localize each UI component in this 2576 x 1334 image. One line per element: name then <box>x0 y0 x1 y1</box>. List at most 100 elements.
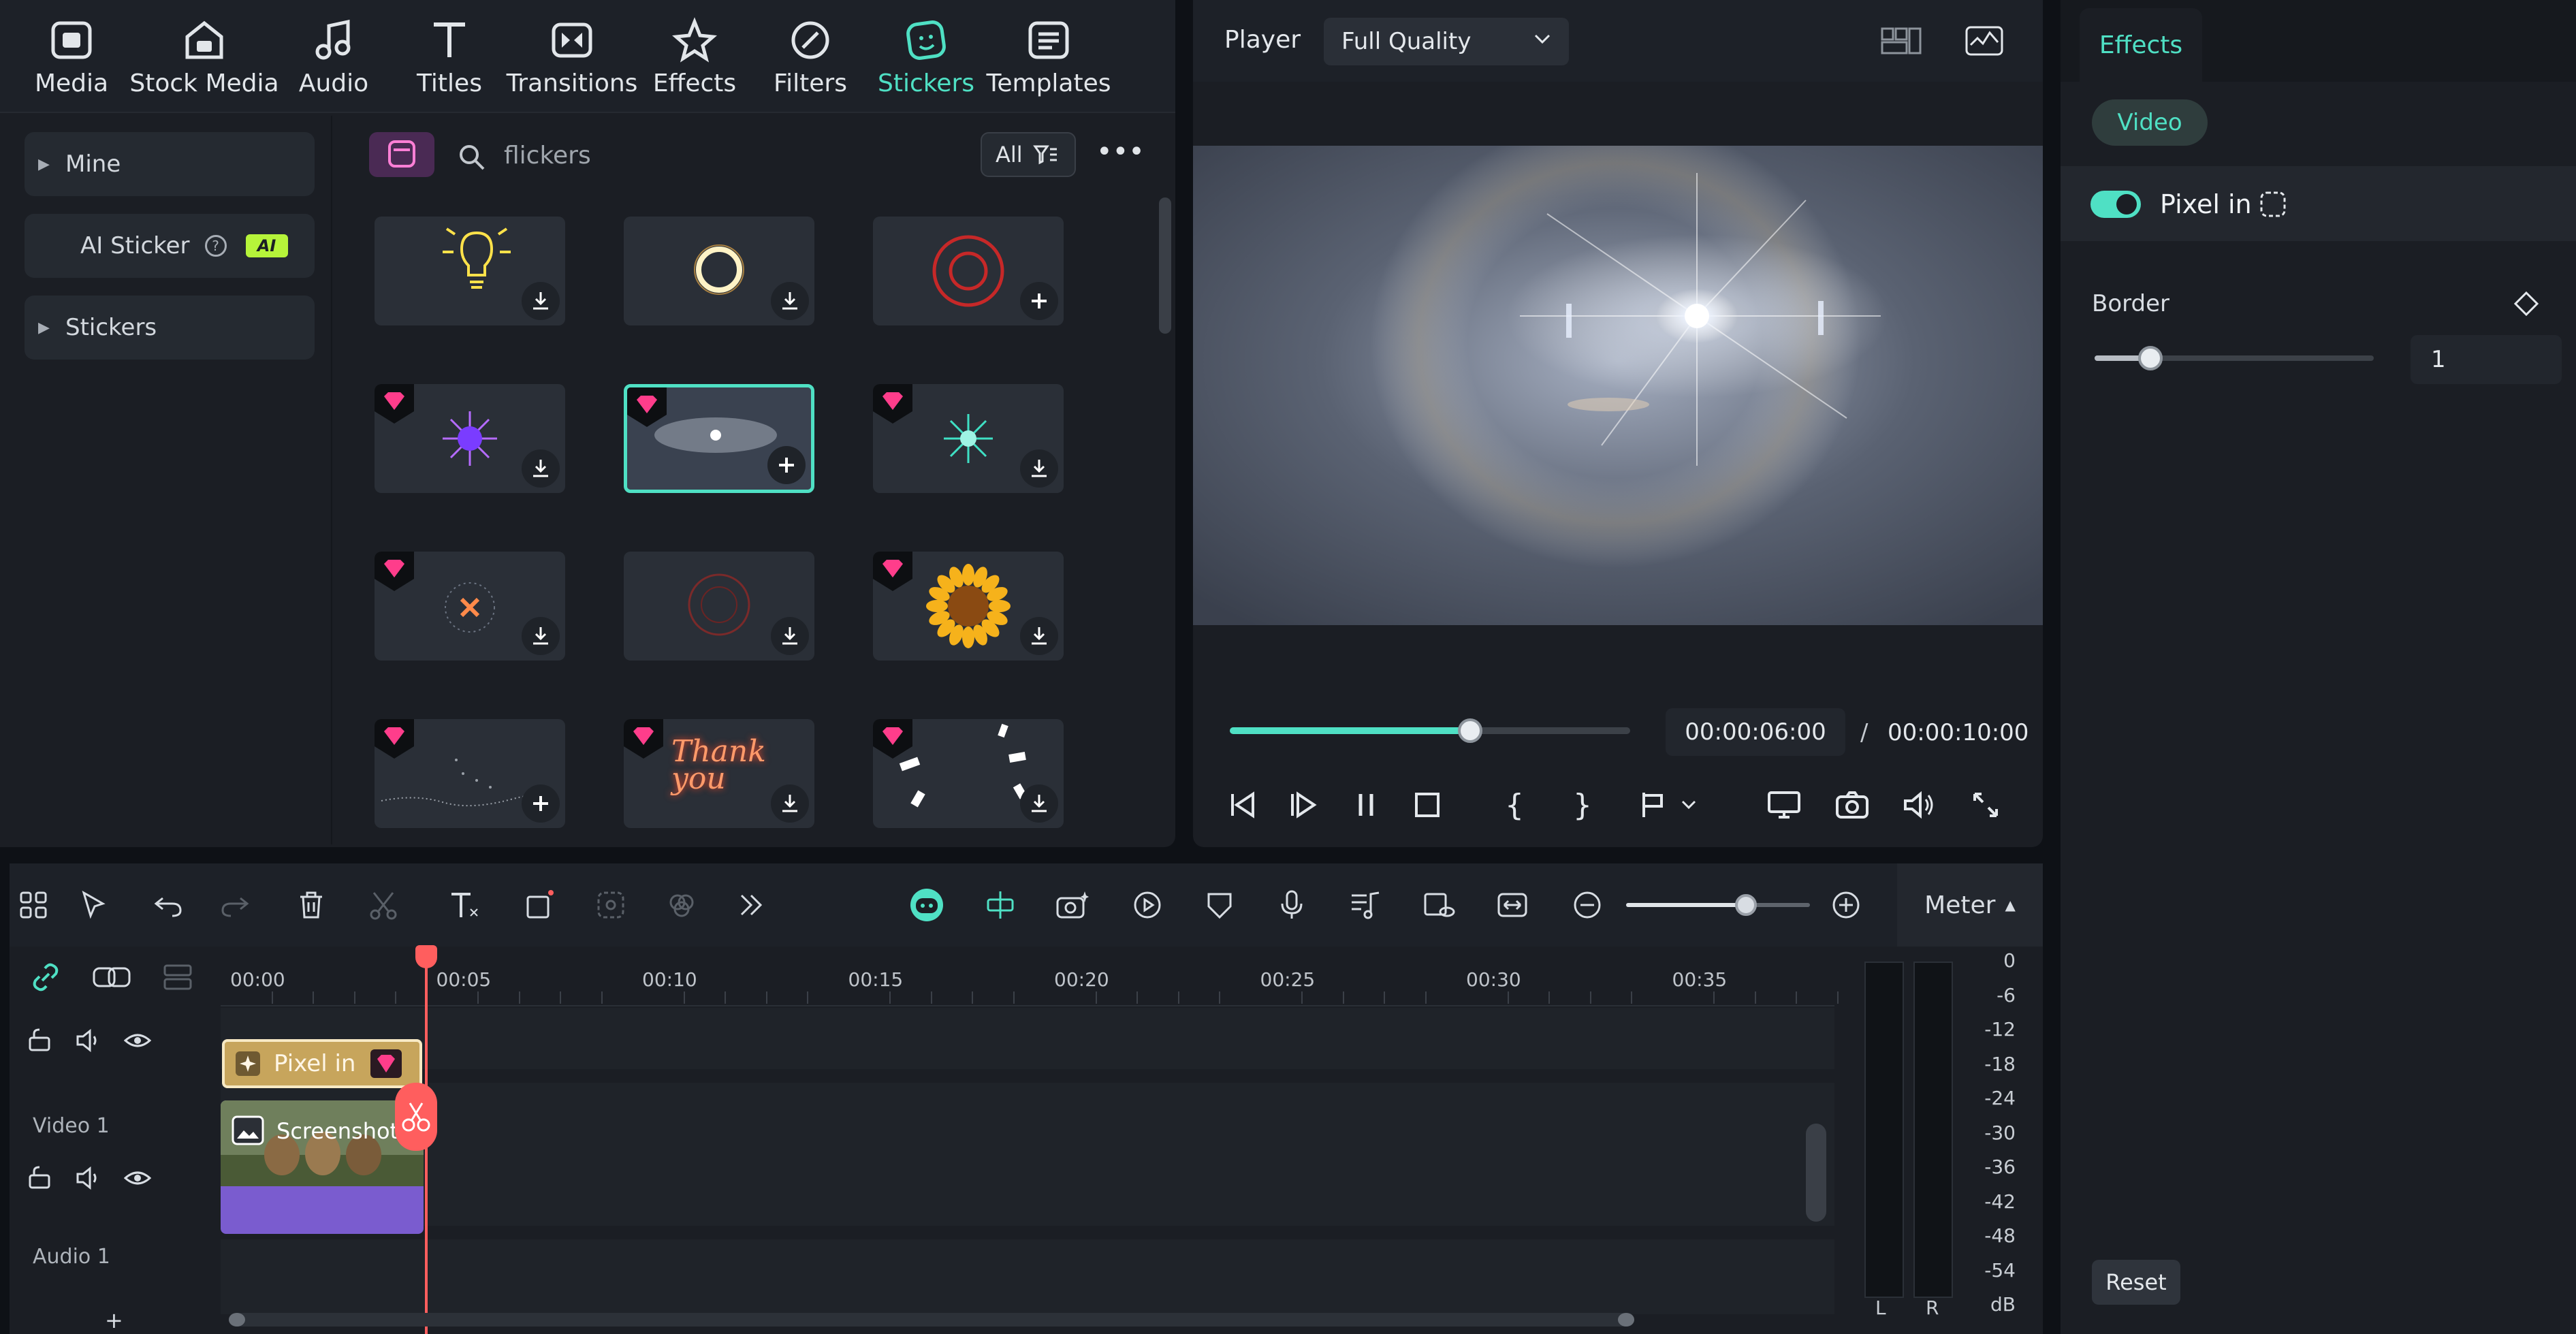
grid-view-icon[interactable] <box>1879 25 1923 57</box>
filter-button[interactable]: All <box>981 132 1076 177</box>
scroll-left-handle[interactable] <box>229 1313 245 1327</box>
volume-button[interactable] <box>1897 783 1941 827</box>
playback-progress-slider[interactable] <box>1230 718 1630 743</box>
meter-toggle-button[interactable]: Meter ▲ <box>1897 863 2043 947</box>
pause-button[interactable] <box>1344 783 1388 827</box>
sticker-grid-scrollbar[interactable] <box>1159 197 1171 334</box>
sticker-item-glow-ring[interactable] <box>624 217 814 325</box>
timeline-vertical-scrollbar[interactable] <box>1806 1124 1826 1222</box>
effect-track[interactable] <box>221 1008 1834 1069</box>
sticker-item-red-circle[interactable] <box>873 217 1064 325</box>
sticker-add-button[interactable] <box>767 446 806 484</box>
timeline-horizontal-scrollbar[interactable] <box>229 1313 1634 1327</box>
tab-stock-media[interactable]: Stock Media <box>129 0 279 113</box>
marker-button[interactable] <box>1632 783 1675 827</box>
audio-beat-button[interactable] <box>1344 884 1386 926</box>
border-slider-knob[interactable] <box>2138 346 2163 370</box>
mark-in-button[interactable]: { <box>1493 783 1536 827</box>
lock-open-icon[interactable] <box>27 1028 52 1053</box>
audio-track[interactable] <box>221 1239 1834 1314</box>
sticker-item-purple-burst[interactable] <box>375 384 565 493</box>
text-tool-button[interactable] <box>443 884 485 926</box>
tab-templates[interactable]: Templates <box>986 0 1111 113</box>
sticker-item-dotted-wave[interactable] <box>375 719 565 828</box>
video-track[interactable] <box>221 1083 1834 1226</box>
eye-icon[interactable] <box>124 1028 151 1053</box>
tab-media[interactable]: Media <box>20 0 123 113</box>
fullscreen-button[interactable] <box>1964 783 2007 827</box>
sticker-download-button[interactable] <box>771 282 809 320</box>
sticker-item-thank-you-neon[interactable]: Thank you <box>624 719 814 828</box>
sticker-item-light-bulb[interactable] <box>375 217 565 325</box>
video-preview[interactable] <box>1193 146 2043 625</box>
fit-timeline-button[interactable] <box>1491 884 1533 926</box>
sticker-download-button[interactable] <box>771 784 809 823</box>
quality-select[interactable]: Full Quality <box>1324 18 1569 65</box>
more-tools-button[interactable] <box>730 884 772 926</box>
sticker-store-button[interactable] <box>369 132 434 177</box>
border-slider[interactable] <box>2095 346 2374 370</box>
sticker-item-orange-spark[interactable] <box>375 552 565 661</box>
speed-button[interactable] <box>1126 884 1168 926</box>
border-value-input[interactable] <box>2411 335 2562 384</box>
zoom-slider-knob[interactable] <box>1734 894 1757 916</box>
sticker-download-button[interactable] <box>522 617 560 655</box>
play-button[interactable] <box>1280 783 1324 827</box>
sticker-item-sunflower[interactable] <box>873 552 1064 661</box>
marker-dropdown[interactable] <box>1676 783 1701 827</box>
split-button[interactable] <box>362 884 404 926</box>
zoom-in-button[interactable] <box>1825 884 1867 926</box>
tab-audio[interactable]: Audio <box>286 0 381 113</box>
sticker-search-input[interactable] <box>456 129 797 181</box>
undo-button[interactable] <box>147 884 189 926</box>
sticker-item-lens-flare[interactable] <box>624 384 814 493</box>
voiceover-button[interactable] <box>1271 884 1313 926</box>
timeline-ruler[interactable]: 00:00 00:05 00:10 00:15 00:20 00:25 00:30 00:35 <box>221 947 1839 1006</box>
display-button[interactable] <box>1762 783 1806 827</box>
lock-open-icon[interactable] <box>27 1166 52 1190</box>
sticker-add-button[interactable] <box>522 784 560 823</box>
timeline-zoom-slider[interactable] <box>1626 894 1810 916</box>
more-options-button[interactable]: ••• <box>1096 136 1145 174</box>
speaker-icon[interactable] <box>75 1028 102 1053</box>
speaker-icon[interactable] <box>75 1166 102 1190</box>
previous-frame-button[interactable] <box>1220 783 1264 827</box>
sticker-download-button[interactable] <box>1020 449 1058 488</box>
sticker-download-button[interactable] <box>1020 617 1058 655</box>
sticker-item-white-dashes[interactable] <box>873 719 1064 828</box>
redo-button[interactable] <box>214 884 256 926</box>
auto-highlight-button[interactable] <box>1051 884 1094 926</box>
track-layout-icon[interactable] <box>161 962 195 993</box>
zoom-out-button[interactable] <box>1566 884 1608 926</box>
tab-effects-properties[interactable]: Effects <box>2080 8 2202 82</box>
current-time-display[interactable]: 00:00:06:00 <box>1666 708 1845 756</box>
crop-button[interactable] <box>519 884 561 926</box>
link-icon[interactable] <box>30 962 61 993</box>
video-clip-screenshot[interactable]: Screenshot <box>221 1100 424 1234</box>
nav-ai-sticker[interactable]: AI Sticker ? AI <box>25 214 315 278</box>
tab-filters[interactable]: Filters <box>756 0 865 113</box>
playhead-split-button[interactable] <box>395 1083 437 1151</box>
ai-cutout-button[interactable] <box>590 884 632 926</box>
sticker-item-faint-circle[interactable] <box>624 552 814 661</box>
help-icon[interactable]: ? <box>204 235 227 257</box>
tab-stickers[interactable]: Stickers <box>872 0 981 113</box>
effect-clip-pixel-in[interactable]: Pixel in <box>222 1039 422 1088</box>
tab-effects[interactable]: Effects <box>640 0 749 113</box>
tab-transitions[interactable]: Transitions <box>507 0 637 113</box>
select-tool-button[interactable] <box>74 884 116 926</box>
color-match-button[interactable] <box>661 884 703 926</box>
sticker-download-button[interactable] <box>771 617 809 655</box>
preview-render-button[interactable] <box>1418 884 1460 926</box>
waveform-monitor-icon[interactable] <box>1964 25 2005 57</box>
sticker-item-teal-burst[interactable] <box>873 384 1064 493</box>
add-track-button[interactable]: + <box>105 1307 123 1333</box>
mask-button[interactable] <box>1198 884 1241 926</box>
stop-button[interactable] <box>1405 783 1449 827</box>
sticker-download-button[interactable] <box>1020 784 1058 823</box>
delete-button[interactable] <box>290 884 332 926</box>
pixel-effect-icon[interactable] <box>2258 189 2288 219</box>
scroll-right-handle[interactable] <box>1618 1313 1634 1327</box>
nav-mine[interactable]: ▶ Mine <box>25 132 315 196</box>
playhead-handle[interactable] <box>415 945 437 968</box>
